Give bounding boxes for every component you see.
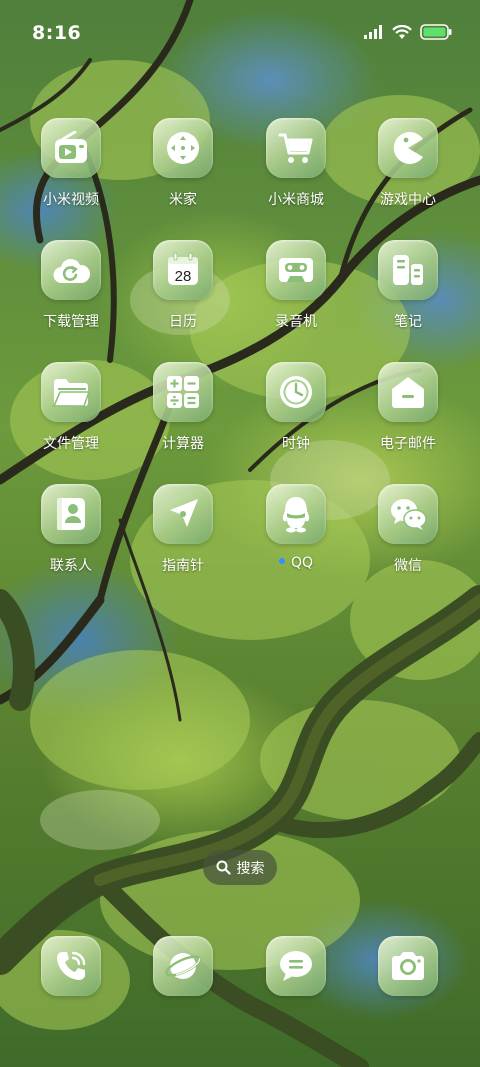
app-download-manager[interactable]: 下载管理 xyxy=(21,240,121,331)
app-label: 游戏中心 xyxy=(380,192,436,208)
shopping-cart-icon xyxy=(278,133,313,163)
app-label: 下载管理 xyxy=(43,314,99,330)
app-icon-tile[interactable] xyxy=(378,118,438,178)
app-calendar[interactable]: 28 日历 xyxy=(133,240,233,331)
app-xiaomi-store[interactable]: 小米商城 xyxy=(246,118,346,209)
app-mijia[interactable]: 米家 xyxy=(133,118,233,209)
app-label: 日历 xyxy=(169,314,197,330)
status-time: 8:16 xyxy=(32,22,82,44)
dock-phone[interactable] xyxy=(21,936,121,996)
app-label: 文件管理 xyxy=(43,436,99,452)
mijia-dpad-icon xyxy=(167,132,199,164)
wechat-icon xyxy=(391,499,427,530)
search-label: 搜索 xyxy=(236,860,265,877)
app-icon-tile[interactable] xyxy=(41,240,101,300)
app-icon-tile[interactable] xyxy=(266,936,326,996)
app-icon-tile[interactable] xyxy=(378,484,438,544)
app-label: 指南针 xyxy=(162,558,204,574)
app-icon-tile[interactable] xyxy=(266,118,326,178)
wifi-icon xyxy=(392,24,412,39)
app-icon-tile[interactable] xyxy=(41,118,101,178)
app-label: 录音机 xyxy=(275,314,317,330)
dock-messages[interactable] xyxy=(246,936,346,996)
calendar-date-text: 28 xyxy=(175,268,192,285)
app-recorder[interactable]: 录音机 xyxy=(246,240,346,331)
app-email[interactable]: 电子邮件 xyxy=(358,362,458,453)
app-label: 小米视频 xyxy=(43,192,99,208)
mail-icon xyxy=(392,377,424,408)
app-icon-tile[interactable] xyxy=(41,362,101,422)
compass-icon xyxy=(170,499,198,527)
app-game-center[interactable]: 游戏中心 xyxy=(358,118,458,209)
app-icon-tile[interactable] xyxy=(41,484,101,544)
app-label: 电子邮件 xyxy=(380,436,436,452)
app-icon-tile[interactable] xyxy=(266,484,326,544)
app-compass[interactable]: 指南针 xyxy=(133,484,233,575)
planet-browser-icon xyxy=(165,953,201,979)
app-label: 计算器 xyxy=(162,436,204,452)
cloud-download-icon xyxy=(53,258,90,284)
app-icon-tile[interactable] xyxy=(153,118,213,178)
status-icons xyxy=(364,24,452,40)
app-label-text: QQ xyxy=(290,555,314,571)
app-label: 微信 xyxy=(394,558,422,574)
signal-icon xyxy=(364,25,382,39)
folder-icon xyxy=(52,379,90,407)
app-icon-tile[interactable] xyxy=(378,936,438,996)
app-icon-tile[interactable] xyxy=(266,240,326,300)
app-qq[interactable]: QQ xyxy=(246,484,346,571)
app-label: QQ xyxy=(246,555,346,571)
app-contacts[interactable]: 联系人 xyxy=(21,484,121,575)
qq-penguin-icon xyxy=(282,497,310,533)
cassette-icon xyxy=(279,258,313,282)
notes-icon xyxy=(393,255,423,285)
app-label: 时钟 xyxy=(282,436,310,452)
status-bar: 8:16 xyxy=(0,0,480,66)
app-icon-tile[interactable] xyxy=(378,240,438,300)
message-icon xyxy=(280,951,312,981)
calendar-icon: 28 xyxy=(168,252,198,285)
app-icon-tile[interactable] xyxy=(266,362,326,422)
app-clock[interactable]: 时钟 xyxy=(246,362,346,453)
video-player-icon xyxy=(55,131,87,163)
new-install-dot xyxy=(278,558,285,564)
app-wechat[interactable]: 微信 xyxy=(358,484,458,575)
app-notes[interactable]: 笔记 xyxy=(358,240,458,331)
dock-camera[interactable] xyxy=(358,936,458,996)
calculator-icon xyxy=(167,376,199,408)
app-file-manager[interactable]: 文件管理 xyxy=(21,362,121,453)
app-label: 小米商城 xyxy=(268,192,324,208)
app-icon-tile[interactable] xyxy=(153,936,213,996)
app-label: 笔记 xyxy=(394,314,422,330)
pacman-icon xyxy=(393,132,423,164)
search-icon xyxy=(216,860,231,875)
app-icon-tile[interactable] xyxy=(153,484,213,544)
app-label: 米家 xyxy=(169,192,197,208)
app-xiaomi-video[interactable]: 小米视频 xyxy=(21,118,121,209)
app-label: 联系人 xyxy=(50,558,92,574)
app-calculator[interactable]: 计算器 xyxy=(133,362,233,453)
dock-browser[interactable] xyxy=(133,936,233,996)
contacts-icon xyxy=(57,498,85,530)
app-icon-tile[interactable] xyxy=(378,362,438,422)
app-icon-tile[interactable]: 28 xyxy=(153,240,213,300)
app-icon-tile[interactable] xyxy=(153,362,213,422)
app-icon-tile[interactable] xyxy=(41,936,101,996)
phone-icon xyxy=(57,951,86,980)
camera-icon xyxy=(392,952,424,980)
search-button[interactable]: 搜索 xyxy=(203,850,277,885)
battery-icon xyxy=(420,24,452,40)
clock-icon xyxy=(280,376,312,408)
